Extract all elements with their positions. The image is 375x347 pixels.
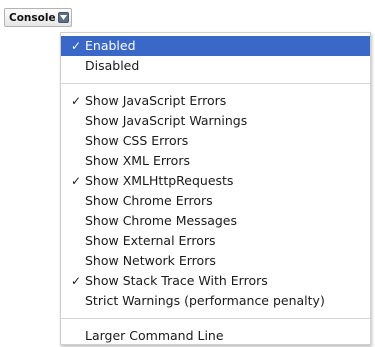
menu-item-label: Disabled bbox=[85, 58, 140, 73]
menu-item-label: Strict Warnings (performance penalty) bbox=[85, 293, 325, 308]
menu-item-show-javascript-warnings[interactable]: Show JavaScript Warnings bbox=[61, 111, 370, 131]
menu-item-show-stack-trace-with-errors[interactable]: ✓ Show Stack Trace With Errors bbox=[61, 271, 370, 291]
menu-item-show-css-errors[interactable]: Show CSS Errors bbox=[61, 131, 370, 151]
menu-item-label: Show Chrome Messages bbox=[85, 213, 238, 228]
menu-item-label: Show JavaScript Warnings bbox=[85, 113, 248, 128]
menu-item-label: Show Network Errors bbox=[85, 253, 216, 268]
menu-item-label: Show Stack Trace With Errors bbox=[85, 273, 268, 288]
console-dropdown-menu: ✓ Enabled Disabled ✓ Show JavaScript Err… bbox=[60, 32, 371, 345]
console-menu-button[interactable]: Console bbox=[4, 8, 72, 27]
menu-item-show-chrome-errors[interactable]: Show Chrome Errors bbox=[61, 191, 370, 211]
menu-item-label: Show XML Errors bbox=[85, 153, 190, 168]
menu-item-label: Show XMLHttpRequests bbox=[85, 173, 234, 188]
dropdown-arrow-icon bbox=[57, 12, 69, 23]
console-label: Console bbox=[9, 11, 56, 24]
menu-item-label: Enabled bbox=[85, 38, 136, 53]
menu-item-show-javascript-errors[interactable]: ✓ Show JavaScript Errors bbox=[61, 91, 370, 111]
menu-item-label: Show Chrome Errors bbox=[85, 193, 213, 208]
menu-item-label: Show JavaScript Errors bbox=[85, 93, 227, 108]
menu-separator bbox=[61, 318, 370, 319]
menu-item-larger-command-line[interactable]: Larger Command Line bbox=[61, 326, 370, 346]
page: Console ✓ Enabled Disabled ✓ Show JavaSc… bbox=[0, 0, 375, 347]
menu-item-strict-warnings[interactable]: Strict Warnings (performance penalty) bbox=[61, 291, 370, 311]
checkmark-icon: ✓ bbox=[70, 94, 82, 108]
menu-item-label: Larger Command Line bbox=[85, 328, 224, 343]
menu-item-show-external-errors[interactable]: Show External Errors bbox=[61, 231, 370, 251]
menu-item-show-xmlhttprequests[interactable]: ✓ Show XMLHttpRequests bbox=[61, 171, 370, 191]
menu-item-enabled[interactable]: ✓ Enabled bbox=[61, 36, 370, 56]
menu-item-label: Show External Errors bbox=[85, 233, 216, 248]
menu-item-show-network-errors[interactable]: Show Network Errors bbox=[61, 251, 370, 271]
menu-item-label: Show CSS Errors bbox=[85, 133, 189, 148]
checkmark-icon: ✓ bbox=[70, 174, 82, 188]
checkmark-icon: ✓ bbox=[70, 274, 82, 288]
menu-item-show-xml-errors[interactable]: Show XML Errors bbox=[61, 151, 370, 171]
menu-item-disabled[interactable]: Disabled bbox=[61, 56, 370, 76]
checkmark-icon: ✓ bbox=[70, 39, 82, 53]
menu-separator bbox=[61, 83, 370, 84]
menu-item-show-chrome-messages[interactable]: Show Chrome Messages bbox=[61, 211, 370, 231]
